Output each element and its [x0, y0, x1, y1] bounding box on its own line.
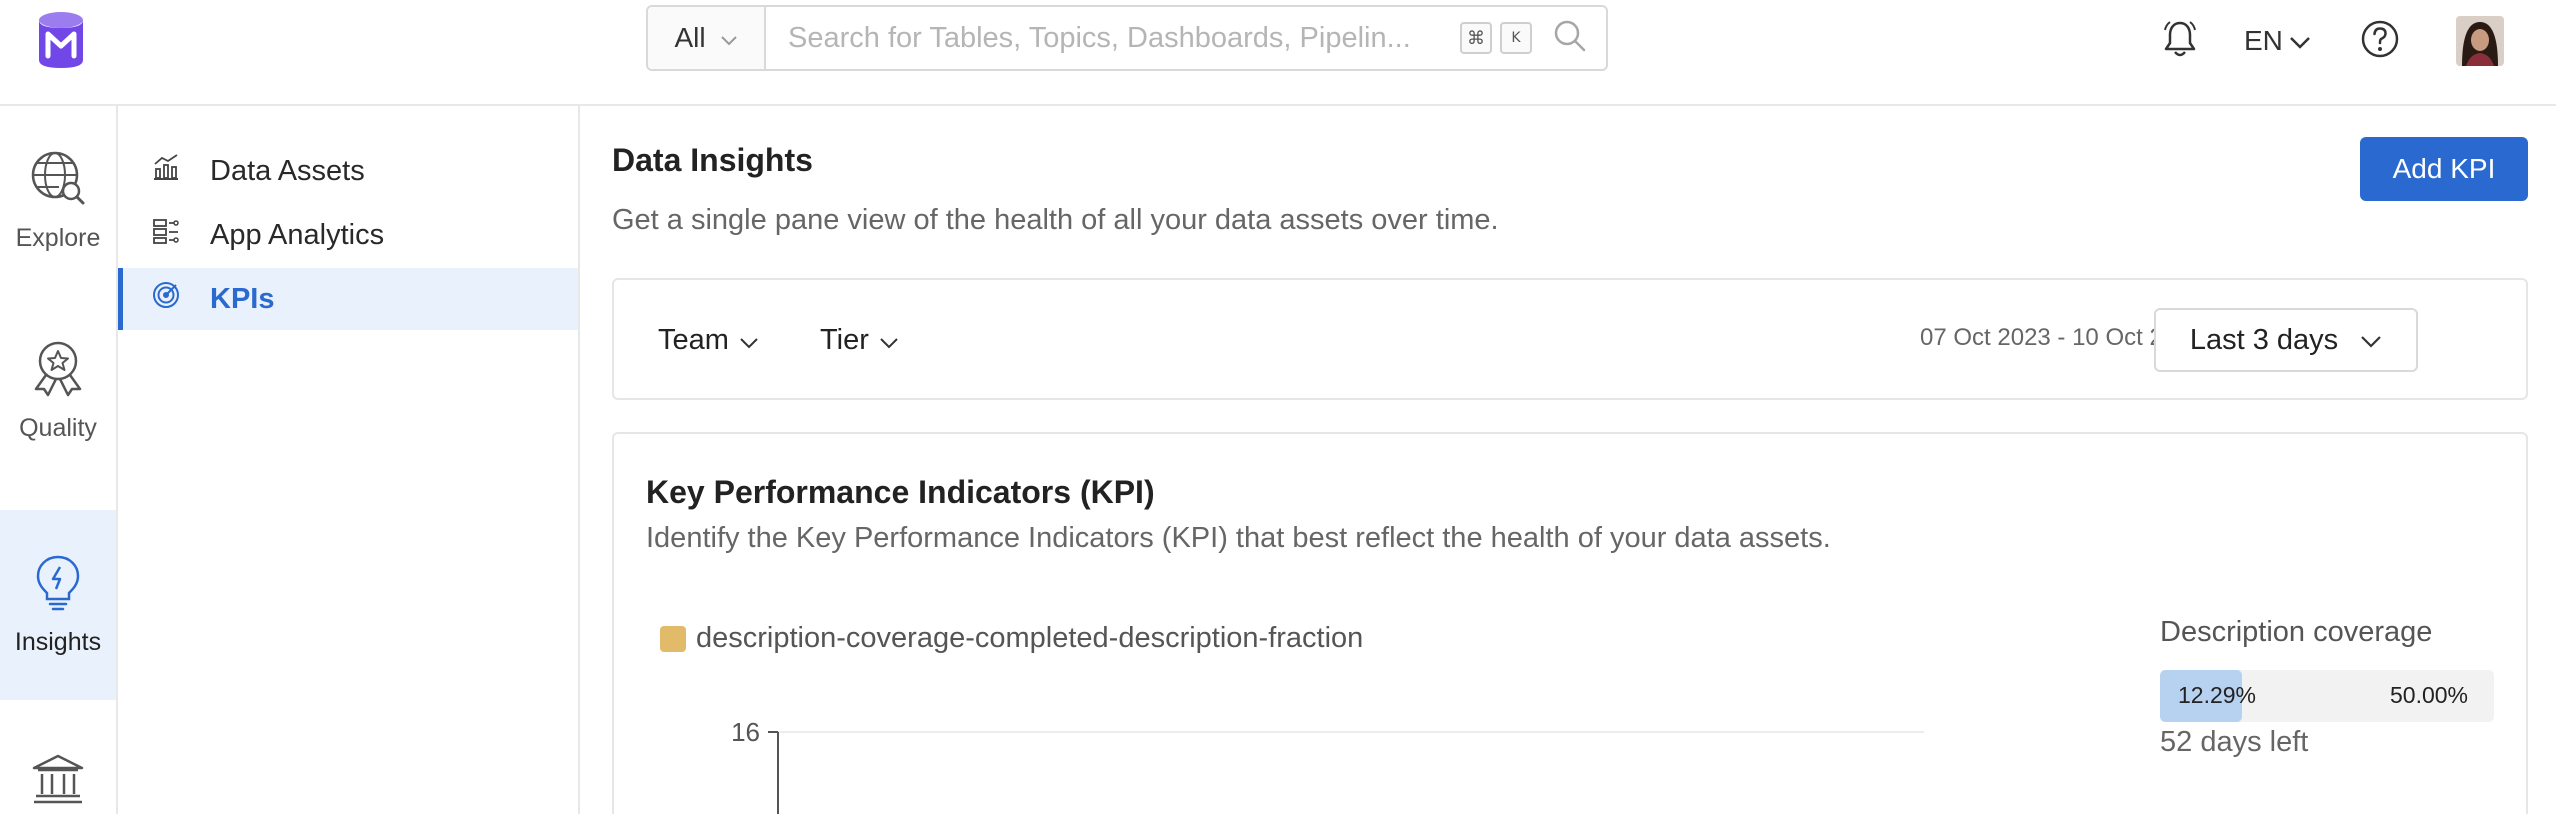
date-range-select[interactable]: Last 3 days: [2154, 308, 2418, 372]
chevron-down-icon: [2360, 324, 2382, 357]
nav-explore-label: Explore: [15, 224, 101, 252]
coverage-target: 50.00%: [2389, 682, 2468, 708]
legend-label: description-coverage-completed-descripti…: [696, 622, 1364, 654]
chart-legend[interactable]: description-coverage-completed-descripti…: [660, 622, 1363, 655]
subnav-item-label: Data Assets: [210, 154, 365, 187]
nav-governance[interactable]: [0, 732, 116, 814]
add-kpi-button[interactable]: Add KPI: [2360, 137, 2528, 201]
search-category-select[interactable]: All: [648, 7, 766, 69]
primary-nav: Explore Quality Insights: [0, 106, 118, 814]
page-subtitle: Get a single pane view of the health of …: [612, 204, 1499, 236]
subnav-item-label: App Analytics: [210, 218, 385, 251]
chart-icon: [152, 153, 180, 189]
chevron-down-icon: [879, 324, 899, 357]
y-tick-label: 16: [731, 717, 760, 747]
team-filter-dropdown[interactable]: Team: [658, 318, 759, 362]
notifications-button[interactable]: [2158, 16, 2202, 66]
chevron-down-icon: [2289, 25, 2311, 57]
main-content: Data Insights Get a single pane view of …: [580, 106, 2556, 814]
governance-icon: [30, 752, 86, 811]
language-label: EN: [2244, 25, 2283, 56]
help-button[interactable]: [2358, 16, 2402, 66]
kpi-card: Key Performance Indicators (KPI) Identif…: [612, 432, 2528, 814]
global-search: All ⌘ K: [646, 5, 1608, 71]
subnav-item-kpis[interactable]: KPIs: [118, 268, 578, 330]
coverage-progress-bar: 12.29% 50.00%: [2160, 670, 2494, 722]
insights-subnav: Data Assets App Analytics KPIs: [118, 106, 580, 814]
search-icon: [1553, 19, 1587, 58]
team-filter-label: Team: [658, 323, 729, 356]
tier-filter-label: Tier: [820, 323, 869, 356]
app-logo[interactable]: [34, 10, 88, 72]
coverage-value: 12.29%: [2178, 682, 2257, 708]
legend-swatch: [660, 625, 686, 652]
nav-insights[interactable]: Insights: [0, 510, 116, 700]
kpi-subtitle: Identify the Key Performance Indicators …: [646, 522, 1831, 554]
nav-quality[interactable]: Quality: [0, 296, 116, 486]
kpi-chart: 16: [684, 690, 2004, 814]
chevron-down-icon: [720, 22, 738, 54]
app-analytics-icon: [152, 217, 180, 253]
lightbulb-icon: [33, 553, 83, 616]
top-bar: All ⌘ K EN: [0, 0, 2556, 106]
subnav-item-data-assets[interactable]: Data Assets: [118, 140, 578, 202]
search-category-label: All: [674, 22, 706, 53]
globe-search-icon: [29, 149, 87, 212]
shortcut-key-cmd: ⌘: [1460, 22, 1492, 54]
kpi-chart-svg: 16: [731, 717, 1924, 814]
search-button[interactable]: [1540, 7, 1600, 69]
tier-filter-dropdown[interactable]: Tier: [820, 318, 899, 362]
coverage-title: Description coverage: [2160, 616, 2433, 648]
award-icon: [30, 339, 86, 402]
target-icon: [152, 281, 180, 317]
subnav-item-label: KPIs: [210, 282, 275, 315]
days-left-text: 52 days left: [2160, 726, 2309, 758]
help-icon: [2360, 19, 2400, 64]
search-input[interactable]: [766, 7, 1460, 69]
date-range-select-label: Last 3 days: [2189, 323, 2339, 356]
bell-icon: [2162, 19, 2198, 64]
filter-bar: Team Tier 07 Oct 2023 - 10 Oct 2023 Last…: [612, 278, 2528, 400]
shortcut-key-k: K: [1500, 22, 1532, 54]
subnav-item-app-analytics[interactable]: App Analytics: [118, 204, 578, 266]
chevron-down-icon: [739, 324, 759, 357]
nav-insights-label: Insights: [14, 628, 102, 656]
nav-quality-label: Quality: [19, 414, 97, 442]
nav-explore[interactable]: Explore: [0, 106, 116, 296]
language-select[interactable]: EN: [2244, 16, 2311, 66]
kpi-title: Key Performance Indicators (KPI): [646, 474, 1155, 510]
user-avatar[interactable]: [2456, 16, 2504, 66]
page-title: Data Insights: [612, 142, 813, 178]
